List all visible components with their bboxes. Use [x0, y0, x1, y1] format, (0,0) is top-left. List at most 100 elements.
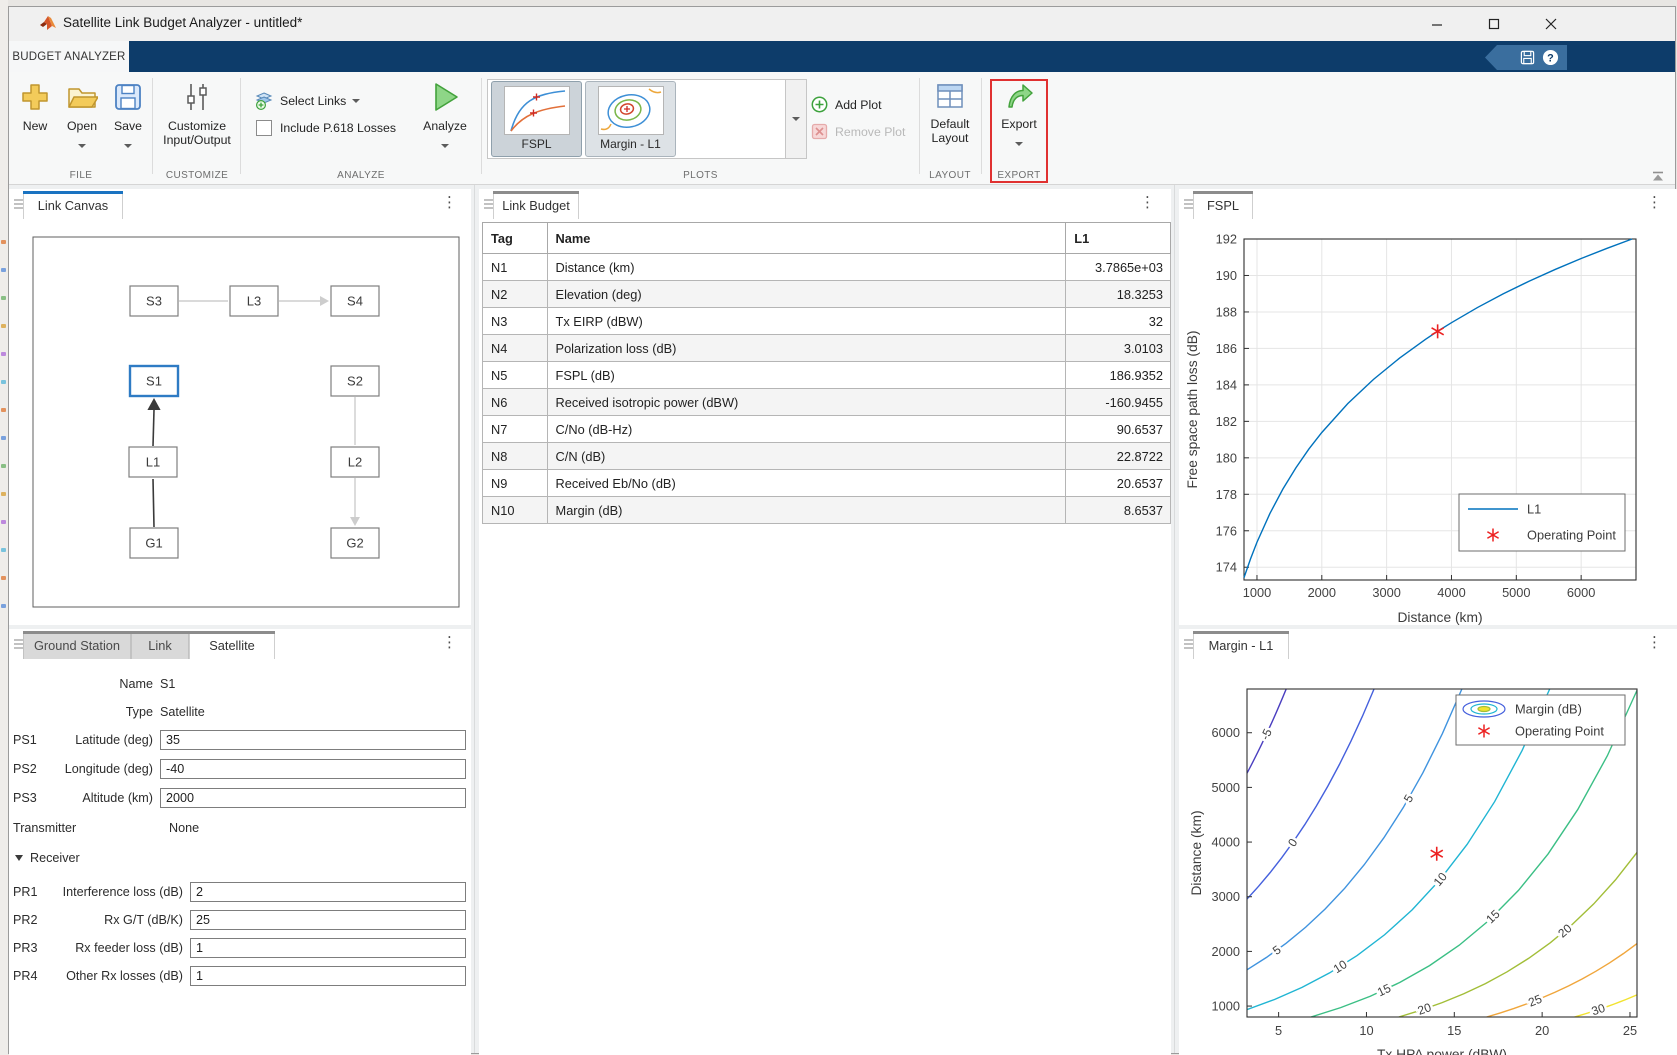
table-row-n8[interactable]: N8C/N (dB)22.8722 — [483, 443, 1171, 470]
tab-budget-analyzer[interactable]: BUDGET ANALYZER — [9, 41, 129, 72]
ps2-input[interactable] — [160, 759, 466, 779]
close-icon — [1545, 18, 1557, 30]
tab-margin-l1[interactable]: Margin - L1 — [1193, 631, 1289, 659]
margin-contour-chart: -505510101515202025305101520251000200030… — [1179, 659, 1677, 1055]
panel-drag-grip-icon[interactable] — [1184, 197, 1193, 211]
pr4-input[interactable] — [190, 966, 466, 986]
tab-link[interactable]: Link — [131, 631, 189, 659]
remove-plot-button[interactable]: Remove Plot — [811, 123, 905, 140]
horizontal-splitter-left[interactable] — [9, 625, 471, 629]
analyze-dropdown-caret[interactable] — [441, 144, 449, 148]
tab-link-canvas[interactable]: Link Canvas — [23, 191, 123, 219]
collapse-caret-icon[interactable] — [15, 855, 23, 861]
column-header-tag[interactable]: Tag — [483, 223, 548, 254]
add-plot-button[interactable]: Add Plot — [811, 96, 882, 113]
column-header-name[interactable]: Name — [547, 223, 1066, 254]
svg-text:L1: L1 — [146, 455, 160, 470]
gallery-item-fspl[interactable]: FSPL — [491, 81, 582, 157]
link-canvas-tab-bar: Link Canvas ⋮ — [9, 189, 471, 219]
canvas-node-s3[interactable]: S3 — [130, 286, 178, 316]
fspl-menu-kebab-icon[interactable]: ⋮ — [1647, 195, 1662, 211]
svg-text:Operating Point: Operating Point — [1515, 724, 1604, 739]
background-window-artifact — [1, 464, 6, 468]
table-row-n1[interactable]: N1Distance (km)3.7865e+03 — [483, 254, 1171, 281]
canvas-node-l2[interactable]: L2 — [331, 447, 379, 477]
vertical-splitter-right[interactable] — [1171, 185, 1179, 1053]
gallery-item-margin-l1[interactable]: Margin - L1 — [585, 81, 676, 157]
open-dropdown-caret[interactable] — [78, 144, 86, 148]
table-row-n5[interactable]: N5FSPL (dB)186.9352 — [483, 362, 1171, 389]
svg-text:192: 192 — [1216, 232, 1237, 247]
open-button[interactable]: Open — [59, 81, 105, 151]
svg-text:5000: 5000 — [1502, 585, 1530, 600]
customize-input-output-button[interactable]: Customize Input/Output — [155, 81, 239, 147]
canvas-node-l3[interactable]: L3 — [230, 286, 278, 316]
canvas-node-s2[interactable]: S2 — [331, 366, 379, 396]
column-header-l1[interactable]: L1 — [1066, 223, 1171, 254]
collapse-ribbon-icon[interactable] — [1651, 171, 1665, 182]
tab-satellite[interactable]: Satellite — [189, 631, 275, 659]
analyze-button[interactable]: Analyze — [414, 81, 476, 151]
panel-drag-grip-icon[interactable] — [14, 637, 23, 651]
table-row-n10[interactable]: N10Margin (dB)8.6537 — [483, 497, 1171, 524]
horizontal-splitter-right[interactable] — [1179, 625, 1677, 629]
canvas-node-g1[interactable]: G1 — [130, 528, 178, 558]
link-canvas-diagram[interactable]: S3 L3 S4 S1 S2 L1 L2 G1 G2 — [9, 219, 471, 625]
fspl-body: 1000200030004000500060001741761781801821… — [1179, 219, 1677, 625]
svg-text:182: 182 — [1216, 414, 1237, 429]
ps1-input[interactable] — [160, 730, 466, 750]
export-button[interactable]: Export — [992, 81, 1046, 149]
margin-ylabel: Distance (km) — [1189, 810, 1204, 895]
canvas-node-s4[interactable]: S4 — [331, 286, 379, 316]
table-row-n7[interactable]: N7C/No (dB-Hz)90.6537 — [483, 416, 1171, 443]
svg-text:184: 184 — [1216, 377, 1237, 392]
tab-fspl[interactable]: FSPL — [1193, 191, 1253, 219]
quick-save-icon[interactable] — [1520, 50, 1535, 65]
table-row-n9[interactable]: N9Received Eb/No (dB)20.6537 — [483, 470, 1171, 497]
export-dropdown-caret[interactable] — [1015, 142, 1023, 146]
fspl-line-chart: 1000200030004000500060001741761781801821… — [1179, 219, 1677, 625]
link-budget-menu-kebab-icon[interactable]: ⋮ — [1140, 195, 1155, 211]
canvas-node-s1[interactable]: S1 — [130, 366, 178, 396]
operating-point-marker — [1432, 324, 1444, 338]
table-row-n3[interactable]: N3Tx EIRP (dBW)32 — [483, 308, 1171, 335]
panel-drag-grip-icon[interactable] — [1184, 637, 1193, 651]
property-row-pr4: PR4Other Rx losses (dB) — [13, 965, 466, 987]
close-button[interactable] — [1528, 10, 1574, 38]
maximize-button[interactable] — [1471, 10, 1517, 38]
pr3-input[interactable] — [190, 938, 466, 958]
canvas-node-l1[interactable]: L1 — [129, 447, 177, 477]
pr1-input[interactable] — [190, 882, 466, 902]
canvas-node-g2[interactable]: G2 — [331, 528, 379, 558]
fspl-tab-bar: FSPL ⋮ — [1179, 189, 1677, 219]
include-p618-losses-checkbox[interactable]: Include P.618 Losses — [256, 120, 396, 136]
table-row-n4[interactable]: N4Polarization loss (dB)3.0103 — [483, 335, 1171, 362]
quick-access-toolbar: ? — [1485, 45, 1567, 70]
panel-link-canvas: Link Canvas ⋮ S3 L3 S4 S1 S2 L1 L2 G1 G2 — [9, 189, 471, 625]
new-button[interactable]: New — [13, 81, 57, 133]
panel-drag-grip-icon[interactable] — [14, 197, 23, 211]
table-row-n6[interactable]: N6Received isotropic power (dBW)-160.945… — [483, 389, 1171, 416]
link-canvas-menu-kebab-icon[interactable]: ⋮ — [442, 195, 457, 211]
background-window-artifact — [1, 352, 6, 356]
default-layout-button[interactable]: Default Layout — [921, 81, 979, 145]
tab-link-budget[interactable]: Link Budget — [493, 191, 579, 219]
select-links-button[interactable]: Select Links — [255, 92, 360, 110]
svg-text:1000: 1000 — [1212, 999, 1240, 1014]
pr2-input[interactable] — [190, 910, 466, 930]
remove-plot-icon — [811, 123, 828, 140]
save-button[interactable]: Save — [107, 81, 149, 151]
properties-menu-kebab-icon[interactable]: ⋮ — [442, 635, 457, 651]
ps3-input[interactable] — [160, 788, 466, 808]
save-dropdown-caret[interactable] — [124, 144, 132, 148]
minimize-button[interactable] — [1414, 10, 1460, 38]
tab-ground-station[interactable]: Ground Station — [23, 631, 131, 659]
canvas-edge-g1-l1[interactable] — [153, 479, 154, 527]
panel-drag-grip-icon[interactable] — [484, 197, 493, 211]
vertical-splitter-left[interactable] — [471, 185, 479, 1053]
table-row-n2[interactable]: N2Elevation (deg)18.3253 — [483, 281, 1171, 308]
gallery-expand-button[interactable] — [786, 79, 807, 159]
margin-menu-kebab-icon[interactable]: ⋮ — [1647, 635, 1662, 651]
help-icon[interactable]: ? — [1542, 49, 1559, 66]
property-row-name: NameS1 — [13, 673, 466, 695]
